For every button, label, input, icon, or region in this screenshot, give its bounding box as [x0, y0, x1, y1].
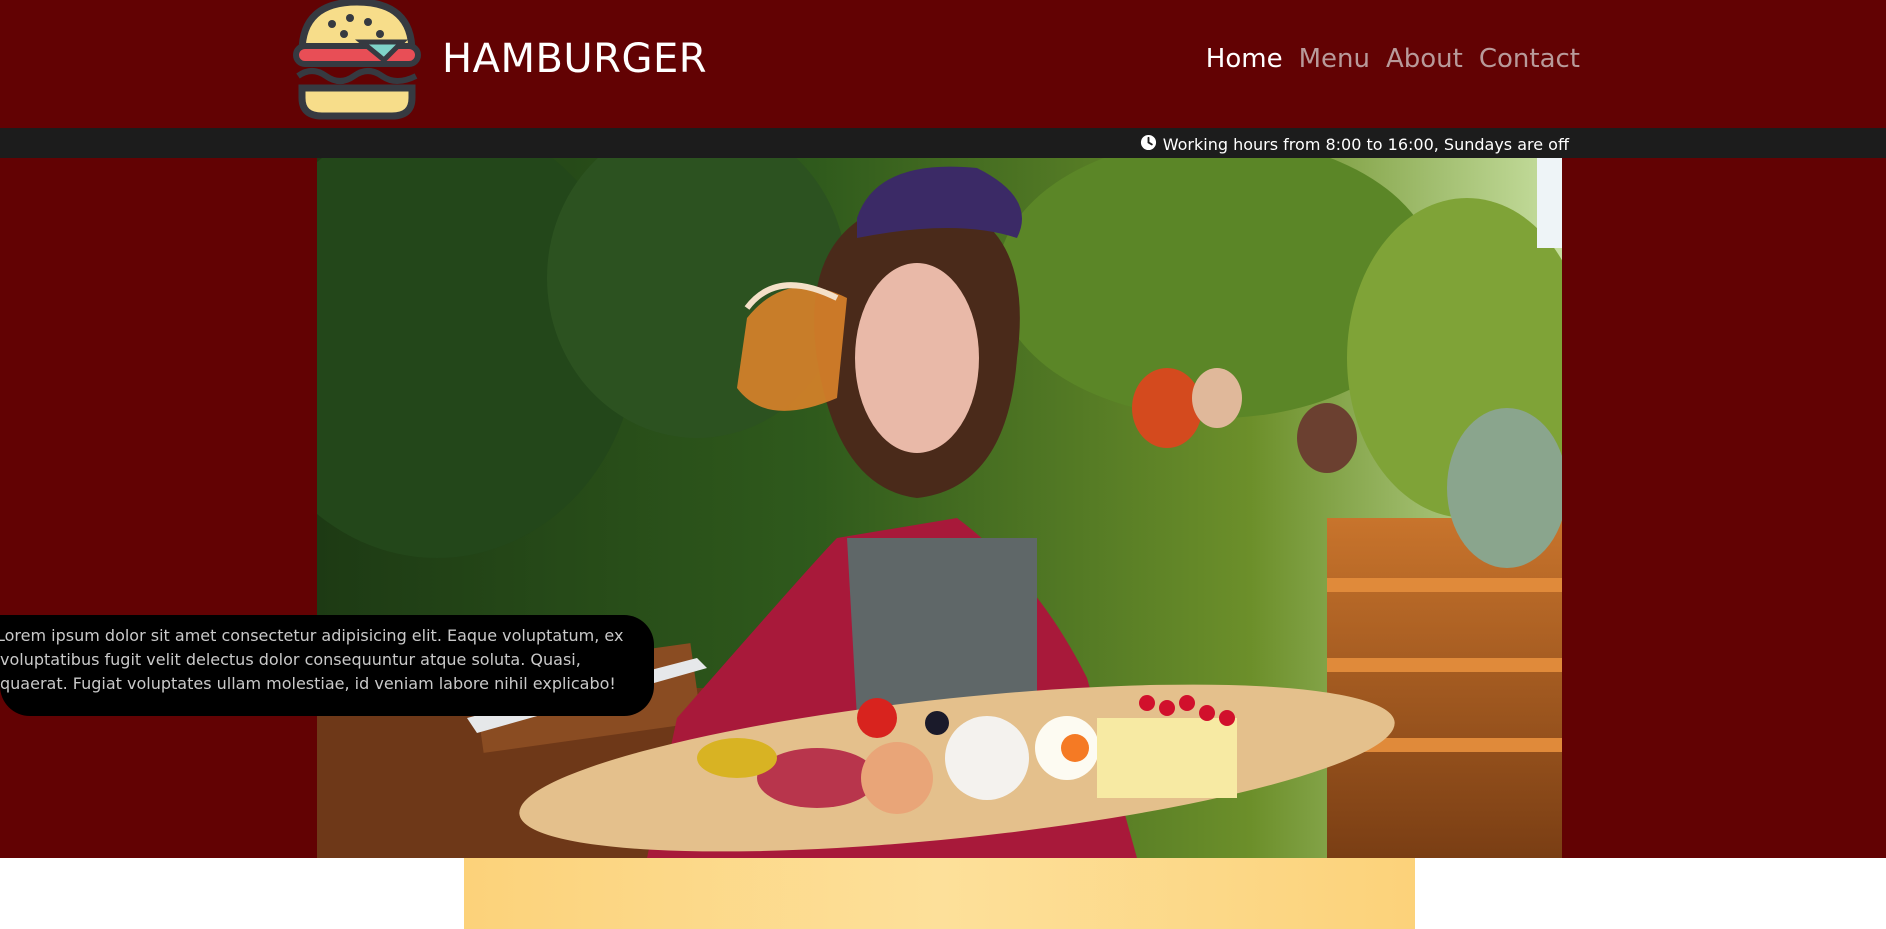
- nav-menu[interactable]: Menu: [1299, 44, 1370, 74]
- content-section-top: [464, 858, 1415, 929]
- hamburger-logo-icon[interactable]: [292, 0, 422, 120]
- working-hours-bar: Working hours from 8:00 to 16:00, Sunday…: [0, 128, 1886, 158]
- nav-about[interactable]: About: [1386, 44, 1463, 74]
- site-header: HAMBURGER Home Menu About Contact: [0, 0, 1886, 128]
- brand-name[interactable]: HAMBURGER: [442, 36, 707, 82]
- nav-home[interactable]: Home: [1206, 44, 1283, 74]
- hero-caption: Lorem ipsum dolor sit amet consectetur a…: [0, 615, 654, 716]
- hero-photo: [317, 158, 1562, 858]
- hero-section: Lorem ipsum dolor sit amet consectetur a…: [0, 158, 1886, 858]
- clock-icon: [1140, 134, 1157, 155]
- working-hours-text: Working hours from 8:00 to 16:00, Sunday…: [1162, 135, 1569, 154]
- main-nav: Home Menu About Contact: [1206, 44, 1580, 74]
- nav-contact[interactable]: Contact: [1479, 44, 1580, 74]
- working-hours: Working hours from 8:00 to 16:00, Sunday…: [1140, 134, 1569, 155]
